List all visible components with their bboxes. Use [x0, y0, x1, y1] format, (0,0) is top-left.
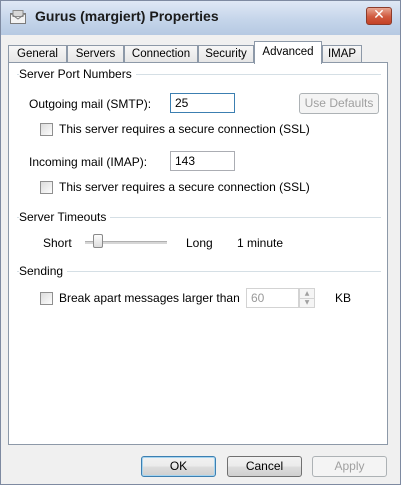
timeout-value-label: 1 minute — [237, 236, 284, 250]
message-size-spinner[interactable]: ▲ ▼ — [299, 288, 315, 308]
smtp-port-input[interactable]: 25 — [170, 93, 235, 113]
envelope-icon — [10, 10, 26, 24]
break-apart-checkbox[interactable] — [40, 292, 53, 305]
tab-connection[interactable]: Connection — [124, 45, 198, 63]
window-title: Gurus (margiert) Properties — [35, 8, 219, 24]
sending-group-label: Sending — [19, 264, 68, 278]
ports-group-label: Server Port Numbers — [19, 67, 136, 81]
break-apart-label: Break apart messages larger than — [59, 291, 240, 305]
imap-ssl-label: This server requires a secure connection… — [59, 180, 310, 194]
timeout-short-label: Short — [43, 236, 72, 250]
ok-button[interactable]: OK — [141, 456, 216, 477]
tab-servers[interactable]: Servers — [67, 45, 124, 63]
smtp-ssl-checkbox[interactable] — [40, 123, 53, 136]
outgoing-mail-label: Outgoing mail (SMTP): — [29, 97, 152, 111]
timeouts-group-label: Server Timeouts — [19, 210, 111, 224]
tab-security[interactable]: Security — [198, 45, 254, 63]
incoming-mail-label: Incoming mail (IMAP): — [29, 155, 148, 169]
tab-advanced[interactable]: Advanced — [254, 41, 322, 64]
smtp-ssl-label: This server requires a secure connection… — [59, 122, 310, 136]
timeout-slider-thumb[interactable] — [93, 234, 103, 248]
advanced-panel: Server Port Numbers Outgoing mail (SMTP)… — [8, 62, 388, 445]
size-unit-label: KB — [335, 291, 352, 305]
dialog-body: General Servers Connection Security Adva… — [1, 35, 400, 484]
close-icon: ✕ — [373, 7, 385, 23]
timeout-long-label: Long — [186, 236, 213, 250]
use-defaults-button[interactable]: Use Defaults — [299, 93, 379, 114]
imap-ssl-checkbox[interactable] — [40, 181, 53, 194]
tab-imap[interactable]: IMAP — [322, 45, 362, 63]
properties-dialog: Gurus (margiert) Properties ✕ General Se… — [0, 0, 401, 485]
imap-port-input[interactable]: 143 — [170, 151, 235, 171]
message-size-input[interactable]: 60 — [246, 288, 299, 308]
title-bar[interactable]: Gurus (margiert) Properties ✕ — [1, 1, 400, 36]
cancel-button[interactable]: Cancel — [227, 456, 302, 477]
close-button[interactable]: ✕ — [366, 7, 392, 25]
apply-button[interactable]: Apply — [312, 456, 387, 477]
sending-group-divider — [17, 271, 381, 272]
spin-down-icon[interactable]: ▼ — [300, 298, 314, 307]
tab-general[interactable]: General — [8, 45, 67, 63]
